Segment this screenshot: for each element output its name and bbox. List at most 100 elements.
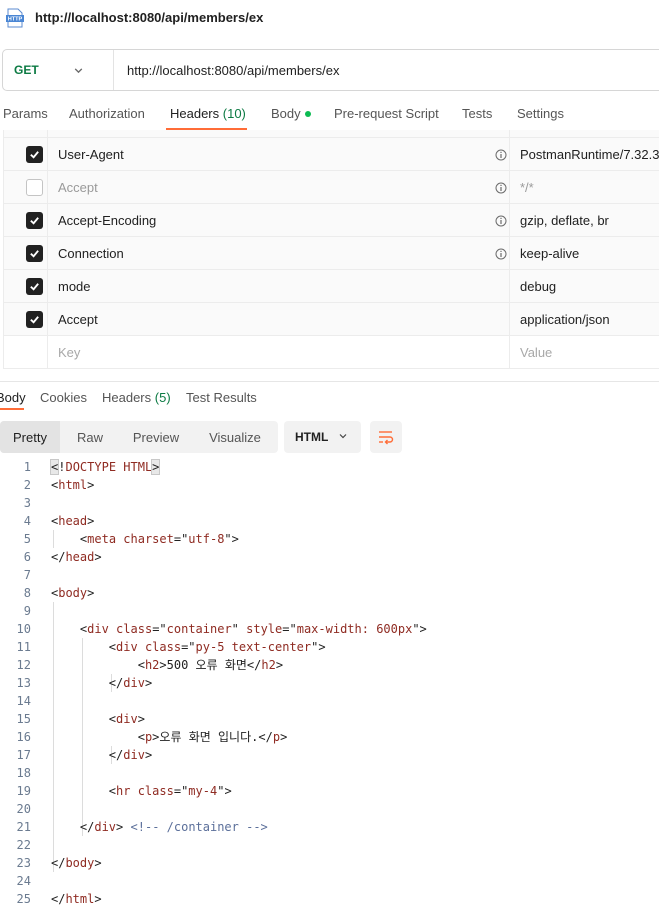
code-text: <meta charset="utf-8">: [79, 532, 239, 546]
table-row-new: Key Value: [3, 336, 659, 369]
code-text: <body>: [51, 586, 95, 600]
code-text: <hr class="my-4">: [108, 784, 232, 798]
request-tabs: Params Authorization Headers (10) Body P…: [0, 98, 659, 130]
wrap-lines-button[interactable]: [370, 421, 402, 453]
tab-label: Settings: [517, 106, 564, 121]
format-preview-button[interactable]: Preview: [120, 421, 192, 453]
code-line: 2 <html>: [0, 476, 659, 494]
code-line: 13 </div>: [0, 674, 659, 692]
header-key[interactable]: Accept-Encoding: [58, 213, 156, 228]
code-line: 15 <div>: [0, 710, 659, 728]
header-key[interactable]: Accept: [58, 312, 98, 327]
line-number: 1: [23, 460, 31, 474]
header-value[interactable]: PostmanRuntime/7.32.3: [520, 147, 659, 162]
active-response-tab-indicator: [0, 408, 24, 410]
header-checkbox[interactable]: [26, 179, 43, 196]
check-icon: [30, 283, 39, 291]
response-tab-body[interactable]: Body: [0, 390, 26, 405]
code-line: 24: [0, 872, 659, 890]
tab-tests[interactable]: Tests: [462, 106, 492, 121]
line-number: 8: [23, 586, 31, 600]
new-header-value-input[interactable]: Value: [520, 345, 552, 360]
method-label: GET: [14, 63, 39, 77]
header-key[interactable]: Accept: [58, 180, 98, 195]
line-number: 12: [16, 658, 31, 672]
code-line: 23 </body>: [0, 854, 659, 872]
code-line: 17 </div>: [0, 746, 659, 764]
code-line: 12 <h2>500 오류 화면</h2>: [0, 656, 659, 674]
line-number: 23: [16, 856, 31, 870]
line-number: 17: [16, 748, 31, 762]
code-line: 7: [0, 566, 659, 584]
method-dropdown[interactable]: GET: [3, 50, 114, 90]
header-key[interactable]: Connection: [58, 246, 124, 261]
tab-body[interactable]: Body: [271, 106, 311, 121]
table-row: Accept application/json: [3, 303, 659, 336]
header-checkbox[interactable]: [26, 212, 43, 229]
tab-label: Tests: [462, 106, 493, 121]
code-line: 19 <hr class="my-4">: [0, 782, 659, 800]
line-number: 3: [23, 496, 31, 510]
tab-settings[interactable]: Settings: [517, 106, 564, 121]
indent-guide: [81, 800, 83, 818]
line-number: 16: [16, 730, 31, 744]
header-checkbox[interactable]: [26, 245, 43, 262]
header-value[interactable]: keep-alive: [520, 246, 579, 261]
url-input[interactable]: http://localhost:8080/api/members/ex: [114, 63, 339, 78]
response-tab-cookies[interactable]: Cookies: [40, 390, 87, 405]
table-row: Accept-Encoding gzip, deflate, br: [3, 204, 659, 237]
tab-authorization[interactable]: Authorization: [69, 106, 145, 121]
code-text: </body>: [51, 856, 102, 870]
code-line: 1 <!DOCTYPE HTML>: [0, 458, 659, 476]
info-icon[interactable]: [495, 149, 507, 161]
code-line: 20: [0, 800, 659, 818]
header-checkbox[interactable]: [26, 311, 43, 328]
format-raw-button[interactable]: Raw: [60, 421, 120, 453]
code-line: 5 <meta charset="utf-8">: [0, 530, 659, 548]
code-line: 4 <head>: [0, 512, 659, 530]
response-tab-test-results[interactable]: Test Results: [186, 390, 257, 405]
request-url-bar: GET http://localhost:8080/api/members/ex: [2, 49, 659, 91]
language-select[interactable]: HTML: [284, 421, 361, 453]
header-checkbox[interactable]: [26, 146, 43, 163]
format-visualize-button[interactable]: Visualize: [192, 421, 278, 453]
header-value[interactable]: debug: [520, 279, 556, 294]
language-label: HTML: [295, 430, 329, 444]
code-line: 3: [0, 494, 659, 512]
code-text: <div>: [108, 712, 145, 726]
tab-headers[interactable]: Headers (10): [170, 106, 246, 121]
code-text: <html>: [51, 478, 95, 492]
code-text: </html>: [51, 892, 102, 906]
indent-guide: [81, 692, 83, 710]
tab-pre-request-script[interactable]: Pre-request Script: [334, 106, 439, 121]
header-key[interactable]: mode: [58, 279, 91, 294]
header-value[interactable]: gzip, deflate, br: [520, 213, 609, 228]
line-number: 11: [16, 640, 31, 654]
info-icon[interactable]: [495, 215, 507, 227]
line-number: 5: [23, 532, 31, 546]
line-number: 24: [16, 874, 31, 888]
tab-label: Pre-request Script: [334, 106, 439, 121]
new-header-key-input[interactable]: Key: [58, 345, 80, 360]
header-key[interactable]: User-Agent: [58, 147, 124, 162]
line-number: 6: [23, 550, 31, 564]
code-line: 10 <div class="container" style="max-wid…: [0, 620, 659, 638]
tab-count: (10): [222, 106, 246, 121]
response-code-viewer[interactable]: 1 <!DOCTYPE HTML> 2 <html> 3 4 <head> 5 <meta c…: [0, 458, 659, 908]
table-row: mode debug: [3, 270, 659, 303]
info-icon[interactable]: [495, 248, 507, 260]
window-title: http://localhost:8080/api/members/ex: [35, 10, 264, 25]
line-number: 10: [16, 622, 31, 636]
header-value[interactable]: */*: [520, 180, 534, 195]
chevron-down-icon: [74, 67, 82, 73]
format-mode-group: Pretty Raw Preview Visualize: [0, 421, 278, 453]
format-pretty-button[interactable]: Pretty: [0, 421, 60, 453]
header-checkbox[interactable]: [26, 278, 43, 295]
tab-params[interactable]: Params: [3, 106, 48, 121]
header-value[interactable]: application/json: [520, 312, 610, 327]
headers-table: User-Agent PostmanRuntime/7.32.3 Accept …: [3, 130, 659, 369]
response-tab-headers[interactable]: Headers (5): [102, 390, 171, 405]
info-icon[interactable]: [495, 182, 507, 194]
code-line: 14: [0, 692, 659, 710]
code-line: 16 <p>오류 화면 입니다.</p>: [0, 728, 659, 746]
